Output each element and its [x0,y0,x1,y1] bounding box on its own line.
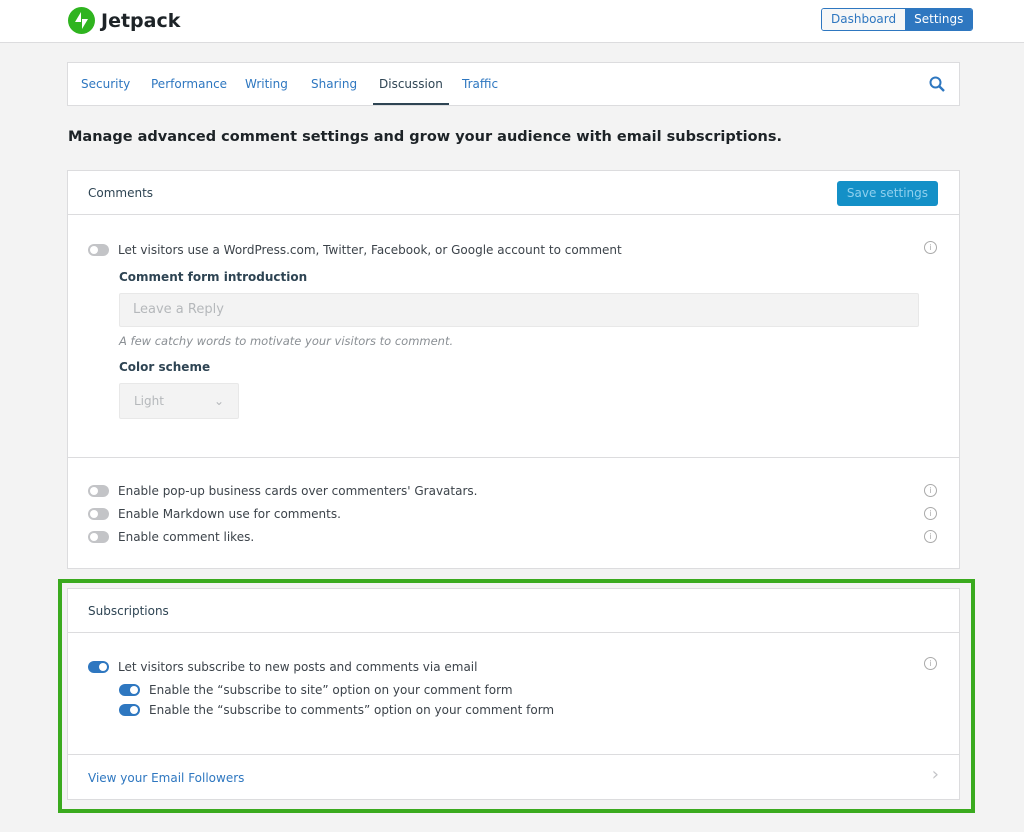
info-icon[interactable]: i [924,530,937,543]
likes-label: Enable comment likes. [118,530,255,544]
jetpack-logo-icon [68,7,95,34]
tab-writing[interactable]: Writing [245,63,288,105]
social-login-toggle[interactable] [88,244,109,256]
gravatar-row: Enable pop-up business cards over commen… [88,484,477,498]
markdown-toggle[interactable] [88,508,109,520]
search-icon[interactable] [929,76,945,95]
divider [68,457,959,458]
subscribe-row: Let visitors subscribe to new posts and … [88,660,477,674]
likes-toggle[interactable] [88,531,109,543]
subscribe-comments-row: Enable the “subscribe to comments” optio… [119,703,554,717]
markdown-label: Enable Markdown use for comments. [118,507,341,521]
subscriptions-card-title: Subscriptions [68,589,959,633]
view-email-followers-link[interactable]: View your Email Followers [88,771,244,785]
markdown-row: Enable Markdown use for comments. [88,507,341,521]
subscribe-toggle[interactable] [88,661,109,673]
tab-performance[interactable]: Performance [151,63,227,105]
subscribe-site-toggle[interactable] [119,684,140,696]
save-settings-button[interactable]: Save settings [836,181,938,206]
comments-card: Comments Save settings Let visitors use … [67,170,960,569]
chevron-right-icon[interactable]: › [932,764,939,785]
subscriptions-card: Subscriptions Let visitors subscribe to … [67,588,960,800]
social-login-label: Let visitors use a WordPress.com, Twitte… [118,243,622,257]
tab-sharing[interactable]: Sharing [311,63,357,105]
info-icon[interactable]: i [924,507,937,520]
info-icon[interactable]: i [924,484,937,497]
subscribe-site-row: Enable the “subscribe to site” option on… [119,683,513,697]
settings-nav: Security Performance Writing Sharing Dis… [67,62,960,106]
info-icon[interactable]: i [924,241,937,254]
top-bar: Jetpack Dashboard Settings [0,0,1024,43]
subscribe-comments-label: Enable the “subscribe to comments” optio… [149,703,555,717]
jetpack-logo[interactable]: Jetpack [68,7,180,34]
view-switcher: Dashboard Settings [821,8,974,31]
gravatar-toggle[interactable] [88,485,109,497]
tab-traffic[interactable]: Traffic [462,63,498,105]
social-login-row: Let visitors use a WordPress.com, Twitte… [88,243,622,257]
color-scheme-select[interactable]: Light ⌄ [119,383,239,419]
subscribe-label: Let visitors subscribe to new posts and … [118,660,478,674]
intro-help-text: A few catchy words to motivate your visi… [119,334,454,348]
intro-label: Comment form introduction [119,270,308,284]
settings-button[interactable]: Settings [905,9,973,30]
chevron-down-icon: ⌄ [213,394,224,408]
tab-security[interactable]: Security [81,63,130,105]
brand-name: Jetpack [101,9,181,32]
subscribe-comments-toggle[interactable] [119,704,140,716]
subscribe-site-label: Enable the “subscribe to site” option on… [149,683,513,697]
divider [68,754,959,755]
dashboard-button[interactable]: Dashboard [822,9,906,30]
gravatar-label: Enable pop-up business cards over commen… [118,484,478,498]
tab-discussion[interactable]: Discussion [373,63,449,105]
info-icon[interactable]: i [924,657,937,670]
page-description: Manage advanced comment settings and gro… [68,129,783,145]
comment-intro-input[interactable]: Leave a Reply [119,293,919,327]
color-scheme-label: Color scheme [119,360,211,374]
comments-card-title: Comments [68,171,959,215]
color-scheme-value: Light [134,394,164,408]
likes-row: Enable comment likes. [88,530,254,544]
